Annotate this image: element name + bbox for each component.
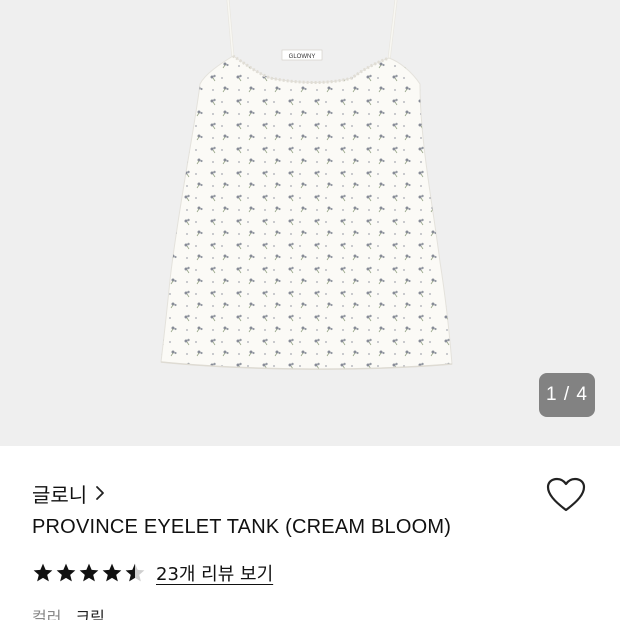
garment-label-text: GLOWNY [289,54,316,60]
star-icon [56,563,76,582]
star-icon [79,563,99,582]
brand-link[interactable]: 글로니 [32,479,105,507]
color-option-row: 컬러 크림 [32,604,105,620]
product-image: GLOWNY [160,0,453,370]
heart-outline-icon [546,477,586,512]
review-link[interactable]: 23개 리뷰 보기 [156,560,273,586]
product-title: PROVINCE EYELET TANK (CREAM BLOOM) [32,516,452,538]
product-info-section: 글로니 PROVINCE EYELET TANK (CREAM BLOOM) 2… [0,446,620,620]
wishlist-button[interactable] [546,476,586,514]
brand-name: 글로니 [32,482,88,507]
option-value: 크림 [75,608,105,620]
star-half-icon [125,563,145,582]
star-rating [32,562,146,584]
option-label: 컬러 [32,608,62,620]
star-icon [102,563,122,582]
chevron-right-icon [96,486,105,500]
rating-row: 23개 리뷰 보기 [32,560,273,586]
product-image-gallery[interactable]: GLOWNY 1 / 4 [0,0,620,446]
image-page-indicator: 1 / 4 [539,373,595,417]
star-icon [33,563,53,582]
